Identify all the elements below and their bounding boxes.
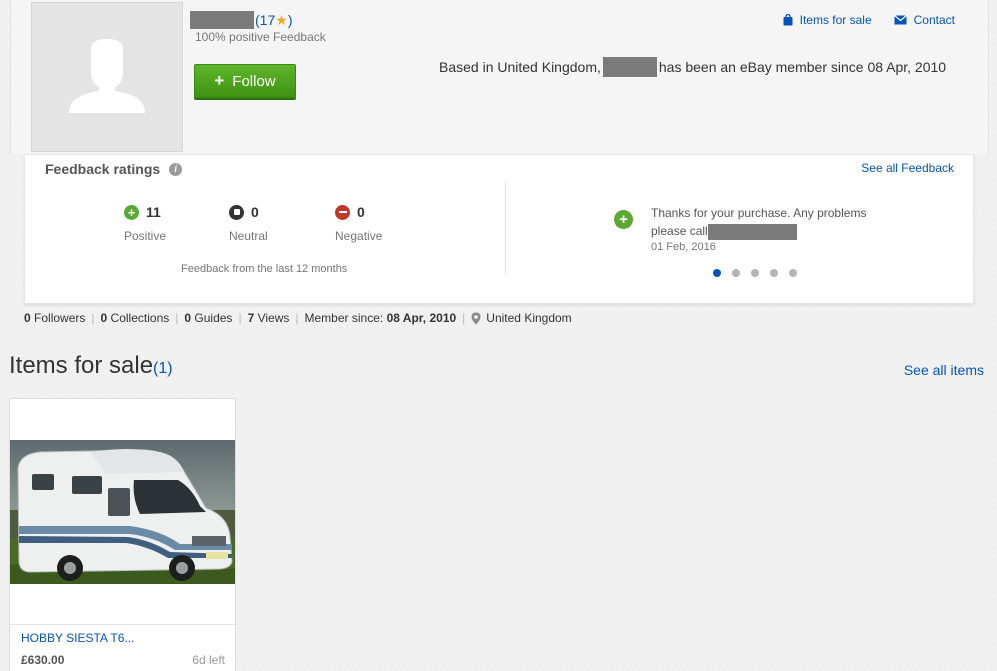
negative-count: 0 bbox=[357, 204, 365, 220]
profile-stats: 0 Followers | 0 Collections | 0 Guides |… bbox=[24, 311, 572, 325]
star-icon: ★ bbox=[275, 11, 288, 28]
positive-comment-icon: + bbox=[614, 210, 633, 229]
bag-icon bbox=[783, 14, 793, 26]
views-stat: 7 Views bbox=[247, 311, 290, 325]
neutral-label: Neutral bbox=[229, 229, 268, 243]
location-text: United Kingdom bbox=[486, 311, 572, 325]
followers-stat[interactable]: 0 Followers bbox=[24, 311, 85, 325]
feedback-comment: Thanks for your purchase. Any problems p… bbox=[651, 204, 891, 240]
item-price: £630.00 bbox=[21, 653, 65, 667]
item-title-link[interactable]: HOBBY SIESTA T6... bbox=[21, 631, 134, 645]
info-icon[interactable]: i bbox=[169, 162, 183, 176]
square-circle-icon bbox=[229, 204, 244, 220]
username-row: (17★) bbox=[190, 11, 292, 29]
member-suffix: has been an eBay member since 08 Apr, 20… bbox=[658, 59, 947, 75]
carousel-dot[interactable] bbox=[713, 269, 721, 277]
envelope-icon bbox=[893, 15, 907, 25]
items-heading-text: Items for sale bbox=[9, 352, 154, 379]
guides-stat[interactable]: 0 Guides bbox=[184, 311, 232, 325]
items-for-sale-heading: Items for sale(1) bbox=[9, 352, 173, 380]
item-divider bbox=[10, 624, 235, 625]
carousel-dot[interactable] bbox=[770, 269, 778, 277]
feedback-ratings-card: Feedback ratings i See all Feedback + 11… bbox=[24, 154, 974, 304]
member-since-stat: Member since: 08 Apr, 2010 bbox=[304, 311, 457, 325]
redacted-username[interactable] bbox=[190, 11, 254, 29]
profile-actions: Items for sale Contact bbox=[783, 13, 955, 27]
plus-icon: + bbox=[214, 71, 225, 90]
item-time-left: 6d left bbox=[192, 653, 225, 667]
score-close: ) bbox=[287, 11, 293, 28]
positive-feedback-percent: 100% positive Feedback bbox=[195, 30, 326, 44]
member-info: Based in United Kingdom, has been an eBa… bbox=[439, 57, 946, 77]
item-photo[interactable] bbox=[10, 440, 235, 584]
plus-circle-icon: + bbox=[124, 204, 139, 220]
stats-separator: | bbox=[175, 311, 179, 325]
items-for-sale-label: Items for sale bbox=[799, 13, 872, 27]
profile-avatar bbox=[31, 2, 183, 152]
collections-stat[interactable]: 0 Collections bbox=[101, 311, 170, 325]
carousel-pagination bbox=[713, 269, 797, 277]
contact-label: Contact bbox=[913, 13, 955, 27]
negative-label: Negative bbox=[335, 229, 383, 243]
carousel-dot[interactable] bbox=[732, 269, 740, 277]
item-card[interactable]: HOBBY SIESTA T6... £630.00 6d left bbox=[9, 398, 236, 671]
default-avatar-icon bbox=[69, 39, 145, 113]
neutral-count: 0 bbox=[251, 204, 259, 220]
minus-circle-icon bbox=[335, 204, 350, 220]
redacted-phone bbox=[707, 223, 797, 240]
map-pin-icon bbox=[471, 312, 481, 325]
stats-separator: | bbox=[295, 311, 299, 325]
stats-separator: | bbox=[462, 311, 466, 325]
carousel-dot[interactable] bbox=[789, 269, 797, 277]
feedback-score: 17 bbox=[259, 11, 276, 28]
feedback-period: Feedback from the last 12 months bbox=[181, 263, 348, 275]
motorhome-photo bbox=[10, 440, 235, 584]
see-all-feedback-link[interactable]: See all Feedback bbox=[861, 161, 954, 175]
items-count: (1) bbox=[153, 360, 173, 377]
rating-negative[interactable]: 0 Negative bbox=[335, 204, 415, 243]
divider bbox=[505, 181, 506, 275]
carousel-dot[interactable] bbox=[751, 269, 759, 277]
contact-link[interactable]: Contact bbox=[893, 13, 955, 27]
rating-positive[interactable]: + 11 Positive bbox=[124, 204, 204, 243]
follow-button[interactable]: + Follow bbox=[194, 64, 296, 98]
follow-label: Follow bbox=[232, 72, 276, 90]
feedback-ratings-title: Feedback ratings i bbox=[45, 161, 183, 177]
rating-neutral[interactable]: 0 Neutral bbox=[229, 204, 309, 243]
positive-label: Positive bbox=[124, 229, 167, 243]
comment-date: 01 Feb, 2016 bbox=[651, 241, 716, 253]
positive-count: 11 bbox=[146, 204, 161, 220]
member-prefix: Based in United Kingdom, bbox=[439, 59, 601, 75]
feedback-score-link[interactable]: (17★) bbox=[255, 12, 292, 29]
see-all-items-link[interactable]: See all items bbox=[904, 362, 984, 378]
redacted-username-inline bbox=[602, 57, 657, 77]
feedback-title-text: Feedback ratings bbox=[45, 161, 161, 177]
stats-separator: | bbox=[238, 311, 242, 325]
stats-separator: | bbox=[91, 311, 95, 325]
items-for-sale-link[interactable]: Items for sale bbox=[783, 13, 872, 27]
